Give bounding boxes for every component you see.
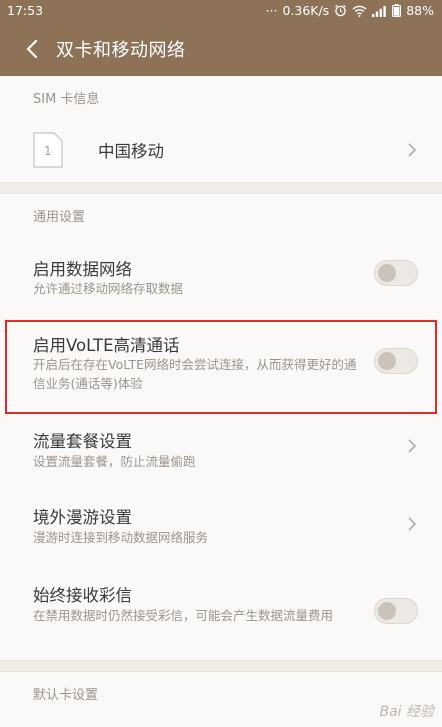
toggle-knob [378, 602, 396, 620]
status-dots: ··· [265, 3, 278, 18]
setting-title: 启用数据网络 [33, 260, 132, 279]
section-divider [0, 660, 442, 672]
setting-subtitle: 设置流量套餐，防止流量偷跑 [33, 454, 196, 469]
status-right: ··· 0.36K/s 88% [266, 3, 434, 18]
setting-volte[interactable]: 启用VoLTE高清通话 开启后在存在VoLTE网络时会尝试连接，从而获得更好的通… [0, 322, 442, 414]
signal-icon [372, 5, 387, 17]
battery-icon [392, 4, 402, 17]
settings-list: SIM 卡信息 1 中国移动 通用设置 启用数据网络 允许通过移动网络存取数据 … [0, 76, 442, 727]
alarm-icon [334, 4, 347, 17]
section-header-sim: SIM 卡信息 [0, 76, 442, 116]
back-button[interactable] [22, 38, 44, 60]
carrier-name: 中国移动 [98, 142, 164, 161]
setting-subtitle: 漫游时连接到移动数据网络服务 [33, 530, 209, 545]
mms-toggle[interactable] [374, 598, 418, 624]
sim-slot-number: 1 [44, 144, 52, 158]
page-title: 双卡和移动网络 [56, 40, 186, 61]
status-time: 17:53 [7, 3, 44, 18]
section-header-default-card: 默认卡设置 [0, 672, 442, 712]
data-network-toggle[interactable] [374, 260, 418, 286]
watermark: Bai 经验 [379, 704, 434, 720]
setting-mms[interactable]: 始终接收彩信 在禁用数据时仍然接受彩信，可能会产生数据流量费用 [0, 568, 442, 656]
toggle-knob [378, 264, 396, 282]
chevron-left-icon [26, 39, 38, 59]
setting-title: 始终接收彩信 [33, 586, 132, 605]
setting-subtitle: 允许通过移动网络存取数据 [33, 281, 184, 296]
network-speed: 0.36K/s [282, 3, 330, 18]
setting-subtitle: 开启后在存在VoLTE网络时会尝试连接，从而获得更好的通信业务(通话等)体验 [33, 357, 357, 391]
chevron-right-icon [408, 517, 417, 531]
volte-toggle[interactable] [374, 348, 418, 374]
status-bar: 17:53 ··· 0.36K/s 88% [0, 0, 442, 22]
setting-subtitle: 在禁用数据时仍然接受彩信，可能会产生数据流量费用 [33, 608, 334, 623]
title-bar: 双卡和移动网络 [0, 22, 442, 76]
section-divider [0, 182, 442, 194]
setting-title: 境外漫游设置 [33, 508, 132, 527]
battery-level: 88% [406, 3, 434, 18]
setting-title: 启用VoLTE高清通话 [33, 336, 180, 355]
sim-card-row[interactable]: 1 中国移动 [0, 116, 442, 181]
chevron-right-icon [408, 143, 417, 157]
chevron-right-icon [408, 439, 417, 453]
setting-title: 流量套餐设置 [33, 432, 132, 451]
setting-data-network[interactable]: 启用数据网络 允许通过移动网络存取数据 [0, 234, 442, 314]
setting-data-plan[interactable]: 流量套餐设置 设置流量套餐，防止流量偷跑 [0, 416, 442, 490]
section-header-general: 通用设置 [0, 194, 442, 234]
toggle-knob [378, 352, 396, 370]
setting-roaming[interactable]: 境外漫游设置 漫游时连接到移动数据网络服务 [0, 490, 442, 568]
wifi-icon [352, 5, 367, 17]
